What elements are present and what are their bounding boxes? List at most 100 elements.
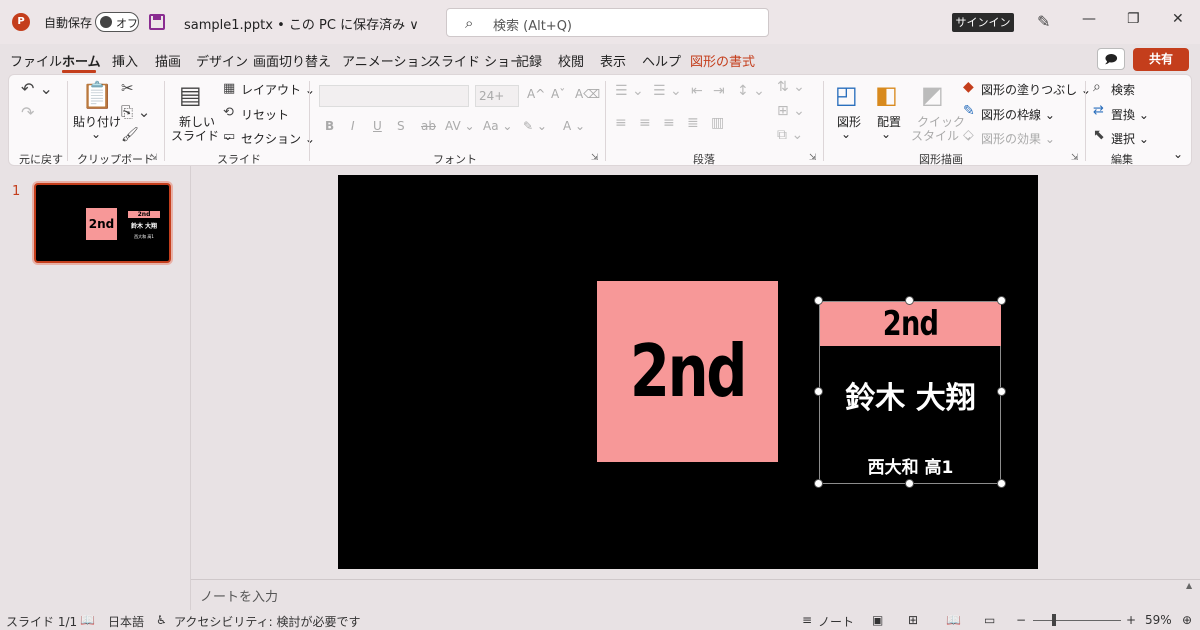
clear-format-button[interactable]: A⌫ bbox=[575, 87, 600, 101]
share-button[interactable]: 共有 bbox=[1133, 48, 1189, 71]
tab-slideshow[interactable]: スライド ショー bbox=[428, 51, 523, 70]
change-case-button[interactable]: Aa ⌄ bbox=[483, 119, 512, 133]
bold-button[interactable]: B bbox=[325, 119, 334, 133]
resize-handle-e[interactable] bbox=[997, 387, 1006, 396]
card-header-band[interactable]: 2nd bbox=[820, 302, 1001, 346]
notes-button[interactable]: ノート bbox=[818, 613, 854, 630]
resize-handle-n[interactable] bbox=[905, 296, 914, 305]
tab-transitions[interactable]: 画面切り替え bbox=[253, 51, 331, 70]
slideshow-icon[interactable]: ▭ bbox=[984, 613, 995, 627]
shadow-button[interactable]: S bbox=[397, 119, 405, 133]
slide-thumbnail[interactable]: 2nd 2nd 鈴木 大翔 西大和 高1 bbox=[34, 183, 171, 263]
replace-button[interactable]: 置換 ⌄ bbox=[1111, 106, 1149, 123]
numbering-icon[interactable]: ☰ ⌄ bbox=[653, 83, 682, 99]
undo-icon[interactable]: ↶ ⌄ bbox=[21, 79, 53, 98]
tab-record[interactable]: 記録 bbox=[516, 51, 542, 70]
tab-help[interactable]: ヘルプ bbox=[642, 51, 681, 70]
shrink-font-button[interactable]: Aˇ bbox=[551, 87, 565, 101]
document-title[interactable]: sample1.pptx • この PC に保存済み ∨ bbox=[184, 14, 419, 33]
bullets-icon[interactable]: ☰ ⌄ bbox=[615, 83, 644, 99]
paste-icon[interactable]: 📋 bbox=[81, 81, 113, 111]
autosave-toggle[interactable]: オフ bbox=[95, 12, 139, 32]
columns-icon[interactable]: ▥ bbox=[711, 115, 724, 131]
shape-effects-button[interactable]: 図形の効果 ⌄ bbox=[981, 130, 1055, 147]
save-icon[interactable] bbox=[149, 14, 165, 30]
paste-dropdown[interactable]: ⌄ bbox=[91, 127, 101, 141]
tab-shape-format[interactable]: 図形の書式 bbox=[690, 51, 755, 70]
highlight-button[interactable]: ✎ ⌄ bbox=[523, 119, 547, 133]
restore-button[interactable]: ❐ bbox=[1127, 11, 1140, 27]
slide-canvas[interactable]: 2nd 2nd 鈴木 大翔 西大和 高1 bbox=[338, 175, 1038, 569]
shape-outline-button[interactable]: 図形の枠線 ⌄ bbox=[981, 106, 1055, 123]
resize-handle-nw[interactable] bbox=[814, 296, 823, 305]
font-launcher-icon[interactable]: ⇲ bbox=[591, 153, 599, 163]
italic-button[interactable]: I bbox=[351, 119, 355, 133]
shapes-icon[interactable]: ◰ bbox=[835, 81, 858, 109]
shape-fill-button[interactable]: 図形の塗りつぶし ⌄ bbox=[981, 81, 1091, 98]
char-spacing-button[interactable]: AV ⌄ bbox=[445, 119, 475, 133]
accessibility-icon[interactable]: ♿ bbox=[156, 613, 167, 627]
cut-icon[interactable]: ✂ bbox=[121, 79, 134, 97]
slide-sorter-icon[interactable]: ⊞ bbox=[908, 613, 918, 627]
clipboard-launcher-icon[interactable]: ⇲ bbox=[150, 153, 158, 163]
copy-icon[interactable]: ⎘ ⌄ bbox=[121, 103, 150, 121]
tab-view[interactable]: 表示 bbox=[600, 51, 626, 70]
reading-view-icon[interactable]: 📖 bbox=[946, 613, 961, 627]
normal-view-icon[interactable]: ▣ bbox=[872, 613, 883, 627]
resize-handle-se[interactable] bbox=[997, 479, 1006, 488]
grow-font-button[interactable]: A^ bbox=[527, 87, 545, 101]
pane-divider[interactable] bbox=[190, 166, 191, 610]
underline-button[interactable]: U bbox=[373, 119, 382, 133]
redo-icon[interactable]: ↷ bbox=[21, 103, 34, 122]
selected-group[interactable]: 2nd 鈴木 大翔 西大和 高1 bbox=[819, 301, 1001, 484]
close-button[interactable]: ✕ bbox=[1172, 11, 1184, 27]
scroll-up-icon[interactable]: ▲ bbox=[1186, 581, 1192, 590]
tab-insert[interactable]: 挿入 bbox=[112, 51, 138, 70]
section-button[interactable]: セクション ⌄ bbox=[241, 130, 315, 147]
drawing-launcher-icon[interactable]: ⇲ bbox=[1071, 153, 1079, 163]
comment-icon[interactable]: 🗩 bbox=[1097, 48, 1125, 70]
designer-pen-icon[interactable]: ✎ bbox=[1037, 12, 1050, 31]
zoom-level[interactable]: 59% bbox=[1145, 613, 1172, 627]
font-name-input[interactable] bbox=[319, 85, 469, 107]
text-direction-icon[interactable]: ⇅ ⌄ bbox=[777, 79, 805, 95]
card-school[interactable]: 西大和 高1 bbox=[820, 453, 1001, 478]
resize-handle-sw[interactable] bbox=[814, 479, 823, 488]
tab-design[interactable]: デザイン bbox=[196, 51, 248, 70]
fit-to-window-icon[interactable]: ⊕ bbox=[1182, 613, 1192, 627]
format-painter-icon[interactable]: 🖌 bbox=[121, 127, 139, 143]
smartart-icon[interactable]: ⧉ ⌄ bbox=[777, 127, 803, 143]
notes-input[interactable]: ノートを入力 bbox=[200, 586, 278, 605]
tab-draw[interactable]: 描画 bbox=[155, 51, 181, 70]
align-left-icon[interactable]: ≡ bbox=[615, 115, 627, 131]
align-center-icon[interactable]: ≡ bbox=[639, 115, 651, 131]
card-name[interactable]: 鈴木 大翔 bbox=[820, 373, 1001, 417]
zoom-slider[interactable] bbox=[1033, 620, 1121, 621]
quick-styles-icon[interactable]: ◩ bbox=[921, 81, 944, 109]
resize-handle-s[interactable] bbox=[905, 479, 914, 488]
arrange-dropdown[interactable]: ⌄ bbox=[881, 127, 891, 141]
align-text-icon[interactable]: ⊞ ⌄ bbox=[777, 103, 805, 119]
zoom-slider-thumb[interactable] bbox=[1052, 614, 1056, 626]
accessibility-status[interactable]: アクセシビリティ: 検討が必要です bbox=[174, 613, 361, 630]
signin-button[interactable]: サインイン bbox=[952, 13, 1014, 32]
increase-indent-icon[interactable]: ⇥ bbox=[713, 83, 725, 99]
collapse-ribbon-icon[interactable]: ⌄ bbox=[1173, 147, 1183, 161]
new-slide-icon[interactable]: ▤ bbox=[179, 81, 202, 109]
font-color-button[interactable]: A ⌄ bbox=[563, 119, 585, 133]
select-button[interactable]: 選択 ⌄ bbox=[1111, 130, 1149, 147]
zoom-in-button[interactable]: + bbox=[1126, 613, 1136, 627]
arrange-icon[interactable]: ◧ bbox=[875, 81, 898, 109]
resize-handle-ne[interactable] bbox=[997, 296, 1006, 305]
notes-divider[interactable] bbox=[191, 579, 1200, 580]
find-button[interactable]: 検索 bbox=[1111, 81, 1135, 98]
tab-file[interactable]: ファイル bbox=[10, 51, 62, 70]
reset-button[interactable]: リセット bbox=[241, 106, 289, 123]
resize-handle-w[interactable] bbox=[814, 387, 823, 396]
tab-home[interactable]: ホーム bbox=[62, 51, 101, 70]
search-input[interactable]: ⌕ 検索 (Alt+Q) bbox=[446, 8, 769, 37]
language[interactable]: 日本語 bbox=[108, 613, 144, 630]
spelling-icon[interactable]: 📖 bbox=[80, 613, 95, 627]
align-right-icon[interactable]: ≡ bbox=[663, 115, 675, 131]
layout-button[interactable]: レイアウト ⌄ bbox=[241, 81, 315, 98]
